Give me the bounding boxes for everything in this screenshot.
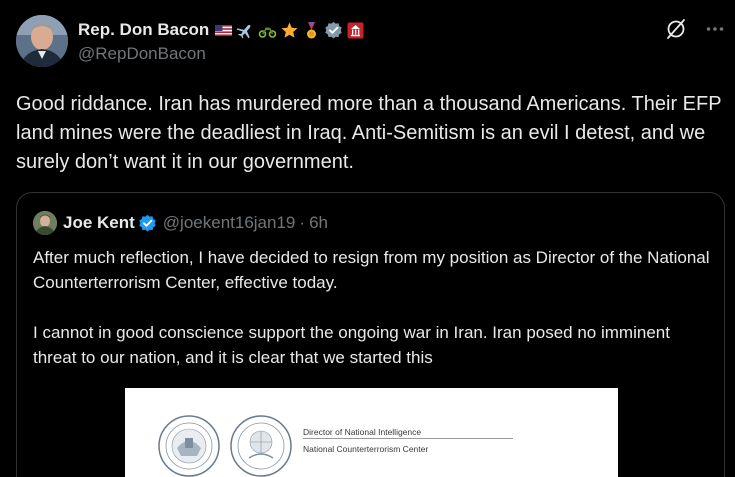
quoted-paragraph-1: After much reflection, I have decided to…: [33, 248, 710, 292]
author-display-name[interactable]: Rep. Don Bacon: [78, 20, 209, 40]
verified-gray-icon[interactable]: [324, 21, 343, 40]
author-name-row: Rep. Don Bacon: [78, 18, 365, 42]
quoted-post[interactable]: Joe Kent @joekent16jan19 · 6h After much…: [16, 192, 725, 477]
quoted-author-name: Joe Kent: [63, 213, 135, 232]
quoted-paragraph-2: I cannot in good conscience support the …: [33, 323, 670, 367]
verified-icon: [138, 214, 157, 233]
star-icon: [280, 21, 299, 40]
author-badges: [214, 21, 365, 40]
quoted-post-image[interactable]: Director of National Intelligence Nation…: [125, 388, 618, 477]
author-avatar[interactable]: [16, 15, 68, 67]
more-icon[interactable]: [705, 19, 725, 44]
quoted-author-avatar: [33, 211, 57, 235]
post-container: Rep. Don Bacon @RepDonBacon Good riddanc…: [0, 0, 735, 477]
motorcycle-icon: [258, 21, 277, 40]
us-flag-icon: [214, 21, 233, 40]
letterhead-rule: [303, 438, 513, 439]
letterhead-text: Director of National Intelligence Nation…: [303, 426, 428, 456]
letterhead-line-2: National Counterterrorism Center: [303, 444, 429, 454]
quoted-author-handle: @joekent16jan19: [162, 213, 296, 232]
post-text: Good riddance. Iran has murdered more th…: [16, 93, 722, 173]
quoted-post-header: Joe Kent @joekent16jan19 · 6h: [33, 211, 328, 235]
odni-seal-icon: [158, 415, 220, 477]
author-handle[interactable]: @RepDonBacon: [78, 44, 206, 64]
grok-icon[interactable]: [665, 18, 687, 45]
nctc-seal-icon: [230, 415, 292, 477]
house-seal-icon: [346, 21, 365, 40]
post-actions: [665, 18, 725, 45]
quoted-post-time: 6h: [309, 213, 328, 232]
medal-icon: [302, 21, 321, 40]
quoted-post-text: After much reflection, I have decided to…: [33, 245, 713, 370]
airplane-icon: [236, 21, 255, 40]
separator-dot: ·: [299, 213, 306, 232]
